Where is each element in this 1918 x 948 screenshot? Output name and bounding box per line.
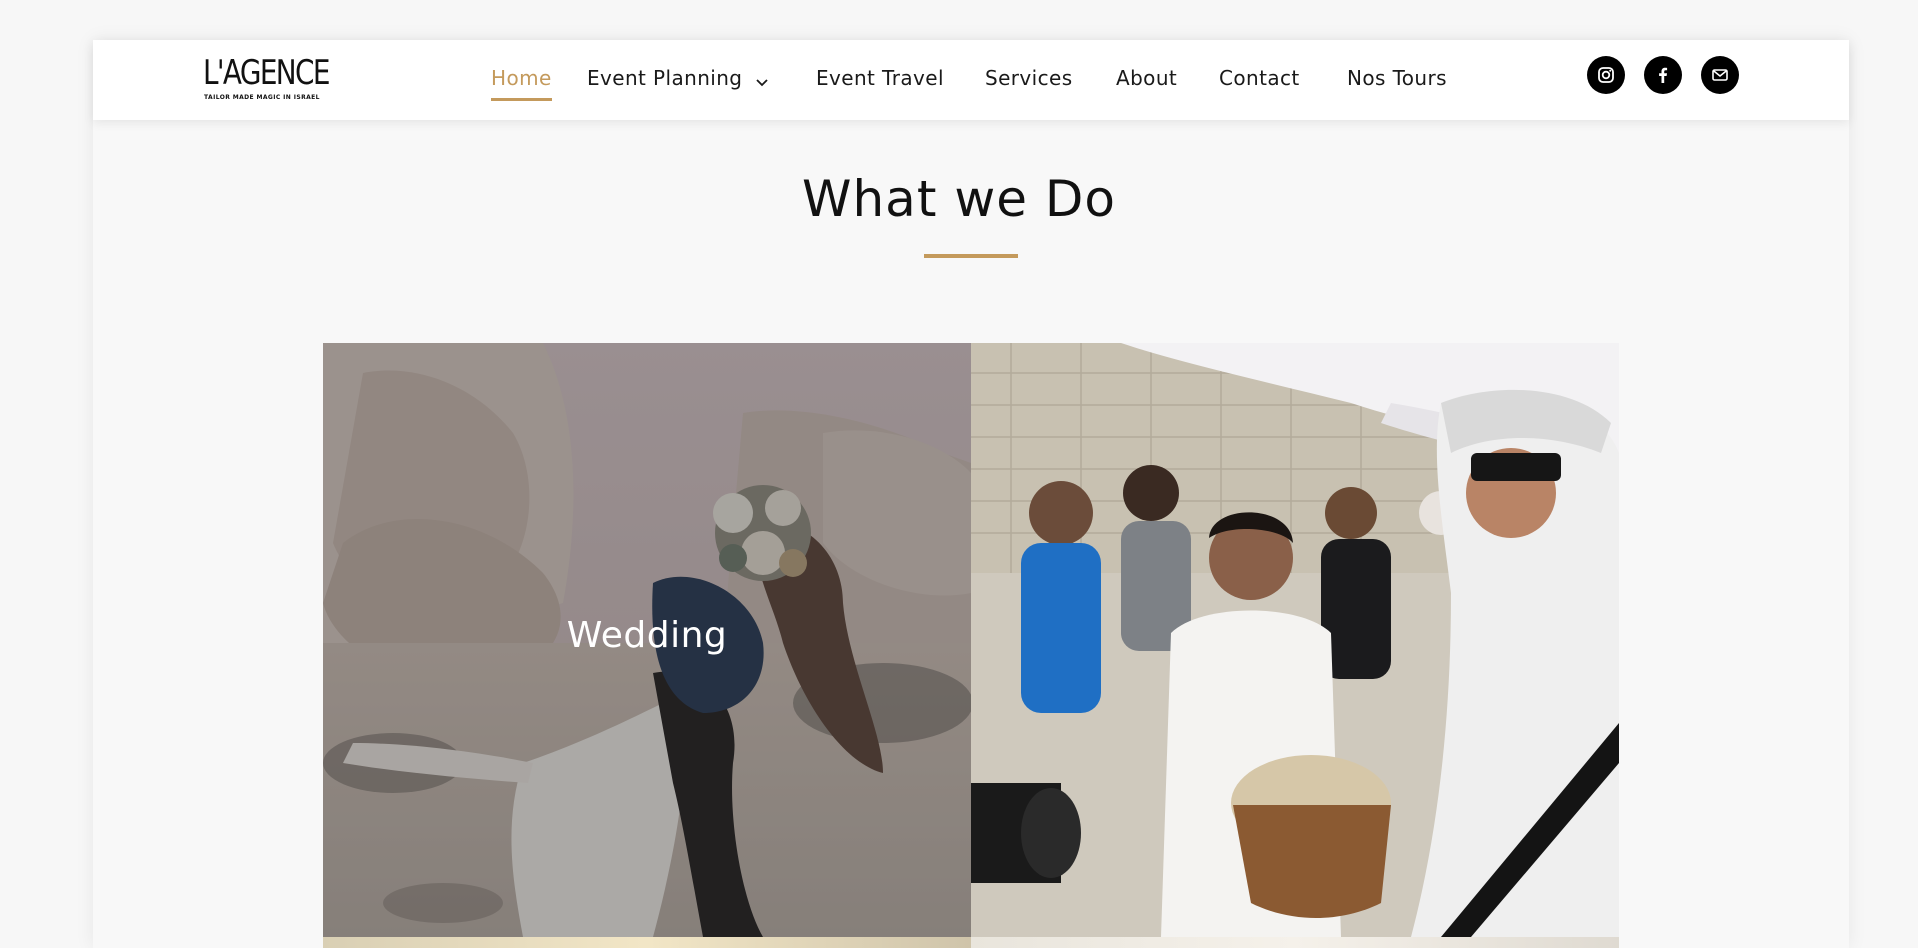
nav-item-label: Nos Tours [1347,66,1447,90]
nav-item-label: Event Planning [587,66,743,90]
site-header: L'AGENCE TAILOR MADE MAGIC IN ISRAEL Hom… [93,40,1849,120]
nav-item-label: Home [491,66,552,90]
next-row-tile-edge [323,937,971,948]
nav-item-event-planning[interactable]: Event Planning [587,66,769,96]
nav-item-services[interactable]: Services [985,66,1073,96]
mail-icon [1712,69,1728,81]
service-tile-bar-mitzvah[interactable] [971,343,1619,937]
nav-item-nos-tours[interactable]: Nos Tours [1347,66,1447,96]
nav-item-about[interactable]: About [1116,66,1177,96]
logo-tagline: TAILOR MADE MAGIC IN ISRAEL [204,94,320,101]
instagram-icon [1598,67,1614,83]
logo[interactable]: L'AGENCE TAILOR MADE MAGIC IN ISRAEL [203,54,330,106]
nav-item-label: About [1116,66,1178,90]
section-title: What we Do [802,170,1116,228]
next-row-tile-edge [971,937,1619,948]
nav-item-label: Event Travel [816,66,944,90]
logo-wordmark: L'AGENCE [203,53,330,93]
bar-mitzvah-drum-celebration-photo [971,343,1619,937]
nav-item-event-travel[interactable]: Event Travel [816,66,944,96]
nav-item-home[interactable]: Home [491,66,552,101]
email-link[interactable] [1701,56,1739,94]
chevron-down-icon [755,68,769,92]
title-underline [924,254,1018,258]
facebook-link[interactable] [1644,56,1682,94]
instagram-link[interactable] [1587,56,1625,94]
nav-item-contact[interactable]: Contact [1219,66,1300,96]
nav-item-label: Contact [1219,66,1300,90]
facebook-icon [1659,67,1668,83]
nav-item-label: Services [985,66,1073,90]
tile-label: Wedding [566,615,728,656]
service-tile-wedding[interactable]: Wedding [323,343,971,937]
